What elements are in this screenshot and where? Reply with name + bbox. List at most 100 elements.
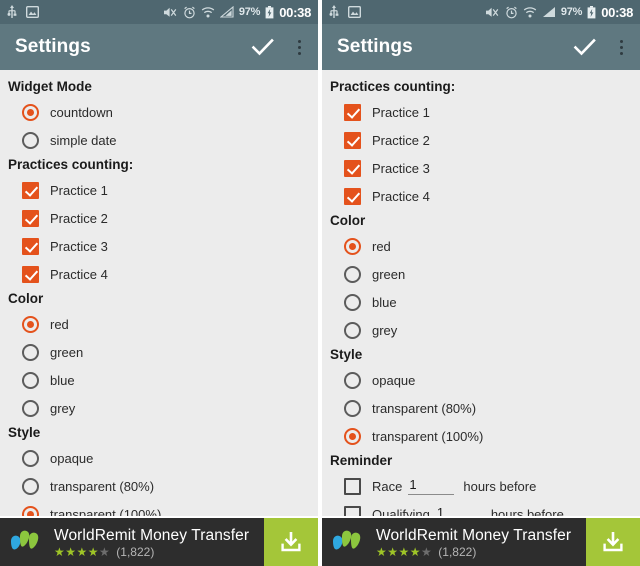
- mute-icon: [163, 6, 178, 19]
- option-style-transparent-80[interactable]: transparent (80%): [322, 394, 640, 422]
- option-color-red[interactable]: red: [0, 310, 318, 338]
- check-icon[interactable]: [572, 34, 598, 60]
- option-style-opaque[interactable]: opaque: [0, 444, 318, 472]
- dual-screenshot-comparison: 97% 00:38 Settings Widget Mode countdown…: [0, 0, 640, 566]
- option-label: Practice 4: [372, 188, 430, 204]
- option-practice-2[interactable]: Practice 2: [0, 204, 318, 232]
- checkbox-practice-1[interactable]: [344, 103, 361, 121]
- option-label: blue: [50, 372, 75, 388]
- radio-style-transparent-80[interactable]: [22, 477, 39, 495]
- radio-color-red[interactable]: [22, 315, 39, 333]
- option-label: transparent (100%): [372, 428, 484, 444]
- option-style-transparent-100[interactable]: transparent (100%): [322, 422, 640, 450]
- checkbox-reminder-race[interactable]: [344, 477, 361, 495]
- option-label: opaque: [50, 450, 94, 466]
- worldremit-logo-icon: [322, 518, 374, 566]
- battery-percent: 97%: [238, 5, 261, 18]
- option-color-red[interactable]: red: [322, 232, 640, 260]
- radio-style-opaque[interactable]: [22, 449, 39, 467]
- app-bar-actions: [250, 34, 308, 60]
- ad-banner[interactable]: WorldRemit Money Transfer ★★★★★ (1,822): [322, 516, 640, 566]
- checkbox-practice-2[interactable]: [22, 209, 39, 227]
- option-color-green[interactable]: green: [322, 260, 640, 288]
- ad-title: WorldRemit Money Transfer: [376, 526, 572, 544]
- radio-color-green[interactable]: [22, 343, 39, 361]
- radio-color-grey[interactable]: [22, 399, 39, 417]
- check-icon[interactable]: [250, 34, 276, 60]
- screenshot-icon: [348, 6, 361, 18]
- checkbox-practice-4[interactable]: [344, 187, 361, 205]
- signal-icon: [219, 6, 234, 18]
- overflow-menu-icon[interactable]: [612, 34, 630, 60]
- radio-color-grey[interactable]: [344, 321, 361, 339]
- section-heading-style: Style: [8, 425, 41, 440]
- wifi-icon: [523, 6, 537, 19]
- checkbox-practice-3[interactable]: [22, 237, 39, 255]
- left-phone-screen: 97% 00:38 Settings Widget Mode countdown…: [0, 0, 318, 566]
- ad-banner[interactable]: WorldRemit Money Transfer ★★★★★ (1,822): [0, 516, 318, 566]
- option-style-transparent-100[interactable]: transparent (100%): [0, 500, 318, 516]
- radio-style-opaque[interactable]: [344, 371, 361, 389]
- wifi-icon: [201, 6, 215, 19]
- app-bar: Settings: [0, 24, 318, 70]
- radio-style-transparent-100[interactable]: [344, 427, 361, 445]
- option-label: green: [50, 344, 84, 360]
- checkbox-practice-1[interactable]: [22, 181, 39, 199]
- radio-color-red[interactable]: [344, 237, 361, 255]
- battery-charging-icon: [587, 5, 596, 19]
- reminder-hours-input-qualifying[interactable]: [435, 505, 482, 516]
- download-icon[interactable]: [264, 518, 318, 566]
- download-icon[interactable]: [586, 518, 640, 566]
- settings-list-left: Widget Mode countdown simple date Practi…: [0, 70, 318, 516]
- option-practice-4[interactable]: Practice 4: [322, 182, 640, 210]
- option-practice-4[interactable]: Practice 4: [0, 260, 318, 288]
- checkbox-reminder-qualifying[interactable]: [344, 505, 361, 516]
- overflow-menu-icon[interactable]: [290, 34, 308, 60]
- option-practice-2[interactable]: Practice 2: [322, 126, 640, 154]
- app-bar: Settings: [322, 24, 640, 70]
- option-practice-1[interactable]: Practice 1: [322, 98, 640, 126]
- option-label: Practice 1: [372, 104, 430, 120]
- radio-simple-date[interactable]: [22, 131, 39, 149]
- checkbox-practice-3[interactable]: [344, 159, 361, 177]
- section-heading-style: Style: [330, 347, 363, 362]
- option-practice-3[interactable]: Practice 3: [322, 154, 640, 182]
- section-heading-practices-counting: Practices counting:: [8, 157, 134, 172]
- worldremit-logo-icon: [0, 518, 52, 566]
- status-bar-clock: 00:38: [601, 4, 633, 20]
- option-label: green: [372, 266, 406, 282]
- status-bar-right-icons: 97% 00:38: [163, 5, 311, 20]
- radio-color-green[interactable]: [344, 265, 361, 283]
- ad-title: WorldRemit Money Transfer: [54, 526, 250, 544]
- rating-count: (1,822): [438, 544, 477, 559]
- option-label: Practice 2: [372, 132, 430, 148]
- radio-countdown[interactable]: [22, 103, 39, 121]
- checkbox-practice-4[interactable]: [22, 265, 39, 283]
- radio-color-blue[interactable]: [22, 371, 39, 389]
- section-heading-color: Color: [330, 213, 366, 228]
- option-label: red: [50, 316, 69, 332]
- option-color-grey[interactable]: grey: [322, 316, 640, 344]
- option-simple-date[interactable]: simple date: [0, 126, 318, 154]
- reminder-row-race[interactable]: Race hours before: [322, 472, 640, 500]
- option-style-transparent-80[interactable]: transparent (80%): [0, 472, 318, 500]
- reminder-row-qualifying[interactable]: Qualifying hours before: [322, 500, 640, 516]
- option-practice-1[interactable]: Practice 1: [0, 176, 318, 204]
- reminder-hours-input-race[interactable]: [408, 477, 455, 495]
- option-color-blue[interactable]: blue: [322, 288, 640, 316]
- reminder-suffix: hours before: [463, 478, 537, 494]
- option-label: grey: [50, 400, 76, 416]
- option-style-opaque[interactable]: opaque: [322, 366, 640, 394]
- option-color-grey[interactable]: grey: [0, 394, 318, 422]
- radio-style-transparent-100[interactable]: [22, 505, 39, 516]
- option-countdown[interactable]: countdown: [0, 98, 318, 126]
- option-practice-3[interactable]: Practice 3: [0, 232, 318, 260]
- option-color-green[interactable]: green: [0, 338, 318, 366]
- option-label: transparent (80%): [50, 478, 155, 494]
- checkbox-practice-2[interactable]: [344, 131, 361, 149]
- option-color-blue[interactable]: blue: [0, 366, 318, 394]
- section-heading-reminder: Reminder: [330, 453, 393, 468]
- radio-style-transparent-80[interactable]: [344, 399, 361, 417]
- status-bar-right-icons: 97% 00:38: [485, 5, 633, 20]
- radio-color-blue[interactable]: [344, 293, 361, 311]
